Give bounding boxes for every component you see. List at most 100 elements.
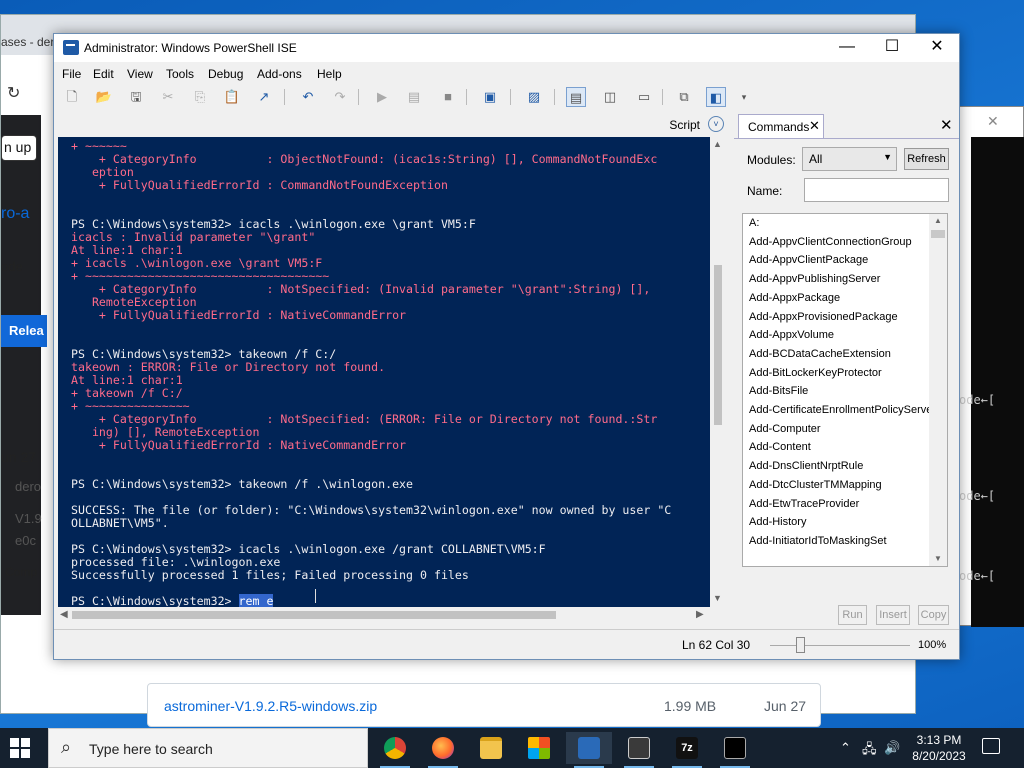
powershell-ise-window[interactable]: Administrator: Windows PowerShell ISE — …	[53, 33, 960, 660]
command-list-item[interactable]: Add-BitsFile	[749, 385, 808, 397]
release-asset-row[interactable]: astrominer-V1.9.2.R5-windows.zip 1.99 MB…	[147, 683, 821, 727]
terminal-taskbar-button[interactable]	[616, 732, 662, 768]
menu-debug[interactable]: Debug	[208, 67, 243, 81]
commit-fragment[interactable]: e0c	[15, 533, 36, 548]
show-script-right-icon[interactable]: ◫	[600, 87, 620, 107]
command-list-item[interactable]: Add-History	[749, 516, 806, 528]
cmd-taskbar-button[interactable]	[712, 732, 758, 768]
command-list-item[interactable]: Add-EtwTraceProvider	[749, 498, 859, 510]
clear-console-icon[interactable]: ↗	[254, 87, 274, 107]
scroll-down-icon[interactable]: ▼	[934, 554, 942, 563]
code-tab-fragment[interactable]: ode	[1, 259, 23, 274]
scroll-left-icon[interactable]: ◀	[60, 609, 68, 620]
command-list-item[interactable]: Add-AppvClientConnectionGroup	[749, 236, 912, 248]
minimize-button[interactable]: —	[824, 34, 870, 62]
show-command-window-icon[interactable]: ⧉	[674, 87, 694, 107]
paste-icon[interactable]: 📋	[222, 87, 242, 107]
asset-name-link[interactable]: astrominer-V1.9.2.R5-windows.zip	[164, 698, 377, 714]
name-filter-input[interactable]	[804, 178, 949, 202]
scroll-right-icon[interactable]: ▶	[696, 609, 704, 620]
insert-button[interactable]: Insert	[876, 605, 910, 625]
commands-tab-close-icon[interactable]: ✕	[809, 118, 820, 134]
firefox-taskbar-button[interactable]	[420, 732, 466, 768]
scroll-up-icon[interactable]: ▲	[934, 216, 942, 225]
run-selection-icon[interactable]: ▤	[404, 87, 424, 107]
sign-up-button[interactable]: n up	[1, 135, 37, 161]
repo-name-fragment[interactable]: ro-a	[1, 205, 29, 223]
menu-edit[interactable]: Edit	[93, 67, 114, 81]
command-list-item[interactable]: Add-CertificateEnrollmentPolicyServer	[749, 404, 936, 416]
file-explorer-taskbar-button[interactable]	[468, 732, 514, 764]
author-fragment[interactable]: dero	[15, 479, 41, 494]
hscroll-thumb[interactable]	[72, 611, 556, 619]
menu-add-ons[interactable]: Add-ons	[257, 67, 302, 81]
redo-icon[interactable]: ↷	[330, 87, 350, 107]
command-list-item[interactable]: Add-BitLockerKeyProtector	[749, 367, 882, 379]
menu-tools[interactable]: Tools	[166, 67, 194, 81]
command-list-item[interactable]: Add-BCDataCacheExtension	[749, 348, 891, 360]
menu-file[interactable]: File	[62, 67, 81, 81]
toolbar-overflow-icon[interactable]: ▾	[734, 87, 754, 107]
scroll-up-icon[interactable]: ▲	[713, 139, 722, 149]
chrome-taskbar-button[interactable]	[372, 732, 418, 768]
console-horizontal-scrollbar[interactable]: ◀ ▶	[58, 607, 710, 623]
new-file-icon[interactable]: 🗋	[62, 87, 82, 107]
commands-pane-close-icon[interactable]: ✕	[940, 116, 953, 134]
compare-button-fragment[interactable]: Comp	[5, 565, 37, 579]
console-vertical-scrollbar[interactable]: ▲ ▼	[710, 137, 726, 607]
start-powershell-icon[interactable]: ▨	[524, 87, 544, 107]
modules-dropdown[interactable]: All ▼	[802, 147, 897, 171]
run-script-icon[interactable]: ▶	[372, 87, 392, 107]
command-list-scrollbar[interactable]: ▲ ▼	[929, 214, 947, 566]
menu-view[interactable]: View	[127, 67, 153, 81]
store-taskbar-button[interactable]	[516, 732, 562, 764]
zoom-slider-knob[interactable]	[796, 637, 805, 653]
show-script-maximized-icon[interactable]: ▭	[634, 87, 654, 107]
taskbar-clock[interactable]: 3:13 PM 8/20/2023	[908, 732, 970, 764]
powershell-ise-taskbar-button[interactable]	[566, 732, 612, 768]
volume-icon[interactable]: 🔊	[884, 740, 900, 756]
start-button[interactable]	[10, 738, 30, 758]
script-pane-label[interactable]: Script	[669, 118, 700, 132]
version-tag-fragment[interactable]: V1.9	[15, 511, 42, 526]
menu-help[interactable]: Help	[317, 67, 342, 81]
command-list-item[interactable]: Add-AppvClientPackage	[749, 254, 868, 266]
copy-icon[interactable]: ⎘	[190, 87, 210, 107]
stop-icon[interactable]: ■	[438, 87, 458, 107]
command-list-item[interactable]: A:	[749, 217, 759, 229]
command-list-item[interactable]: Add-AppxPackage	[749, 292, 840, 304]
maximize-button[interactable]: ☐	[869, 34, 915, 62]
command-list-item[interactable]: Add-AppxVolume	[749, 329, 834, 341]
copy-button[interactable]: Copy	[918, 605, 949, 625]
save-icon[interactable]: 🖫	[126, 87, 146, 107]
zoom-slider-track[interactable]	[770, 645, 910, 646]
command-list-item[interactable]: Add-Computer	[749, 423, 821, 435]
show-command-addon-icon[interactable]: ◧	[706, 87, 726, 107]
close-button[interactable]: ✕	[914, 34, 960, 62]
command-list-item[interactable]: Add-AppxProvisionedPackage	[749, 311, 898, 323]
console-prompt-line[interactable]: PS C:\Windows\system32> rem e	[71, 594, 274, 607]
cut-icon[interactable]: ✂	[158, 87, 178, 107]
network-icon[interactable]: 🖧	[862, 740, 877, 762]
run-button[interactable]: Run	[838, 605, 867, 625]
command-list-item[interactable]: Add-Content	[749, 441, 811, 453]
typed-command[interactable]: rem e	[238, 594, 274, 607]
scroll-thumb[interactable]	[931, 230, 945, 238]
taskbar-search-box[interactable]: ⌕ Type here to search	[48, 728, 368, 768]
scroll-thumb[interactable]	[714, 265, 722, 425]
show-script-top-icon[interactable]: ▤	[566, 87, 586, 107]
command-list-item[interactable]: Add-AppvPublishingServer	[749, 273, 880, 285]
command-list-item[interactable]: Add-DtcClusterTMMapping	[749, 479, 882, 491]
undo-icon[interactable]: ↶	[298, 87, 318, 107]
refresh-button[interactable]: Refresh	[904, 148, 949, 170]
releases-button[interactable]: Relea	[1, 315, 47, 347]
title-bar[interactable]: Administrator: Windows PowerShell ISE — …	[54, 34, 959, 62]
console-close-icon[interactable]: ✕	[987, 113, 999, 130]
open-folder-icon[interactable]: 📂	[94, 87, 114, 107]
scroll-down-icon[interactable]: ▼	[713, 593, 722, 603]
commands-tab[interactable]: Commands ✕	[738, 114, 824, 138]
reload-icon[interactable]: ↻	[7, 83, 20, 103]
notifications-icon[interactable]	[982, 738, 1000, 754]
console-pane[interactable]: + ~~~~~~ + CategoryInfo : ObjectNotFound…	[58, 137, 710, 607]
command-list-item[interactable]: Add-DnsClientNrptRule	[749, 460, 863, 472]
